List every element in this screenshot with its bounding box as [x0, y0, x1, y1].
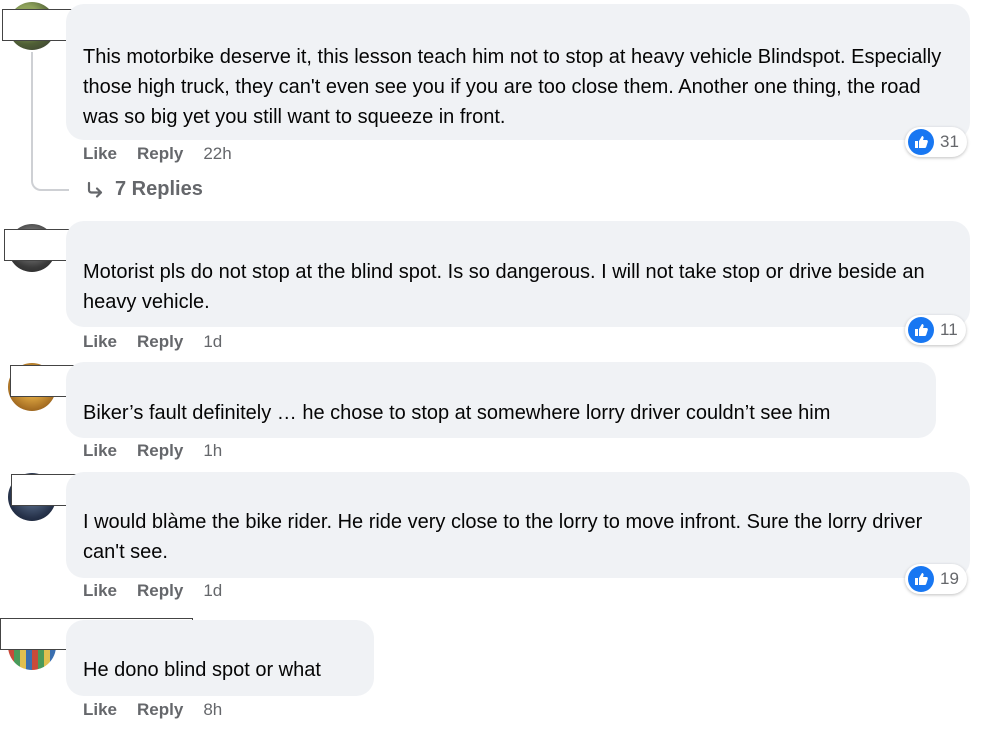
comment-timestamp[interactable]: 8h	[203, 700, 222, 719]
comment-timestamp[interactable]: 1h	[203, 441, 222, 460]
like-button[interactable]: Like	[83, 441, 117, 460]
comment-actions: Like Reply 1d	[83, 580, 222, 602]
comment-text: I would blàme the bike rider. He ride ve…	[83, 511, 923, 563]
reaction-count[interactable]: 11	[905, 315, 966, 345]
thumbs-up-icon	[908, 129, 934, 155]
comment-text: Biker’s fault definitely … he chose to s…	[83, 402, 831, 424]
comment-bubble: Motorist pls do not stop at the blind sp…	[66, 221, 970, 327]
thumbs-up-icon	[908, 566, 934, 592]
comment-bubble: Biker’s fault definitely … he chose to s…	[66, 362, 936, 438]
comment-bubble: He dono blind spot or what	[66, 620, 374, 696]
like-button[interactable]: Like	[83, 144, 117, 163]
reaction-count-text: 31	[940, 132, 959, 151]
reply-button[interactable]: Reply	[137, 581, 183, 600]
like-button[interactable]: Like	[83, 581, 117, 600]
reply-button[interactable]: Reply	[137, 332, 183, 351]
comment-actions: Like Reply 22h	[83, 143, 232, 165]
comment-timestamp[interactable]: 22h	[203, 144, 231, 163]
like-button[interactable]: Like	[83, 332, 117, 351]
reaction-count[interactable]: 19	[905, 564, 967, 594]
comment-text: Motorist pls do not stop at the blind sp…	[83, 261, 925, 313]
thumbs-up-icon	[908, 317, 934, 343]
comment-actions: Like Reply 1d	[83, 331, 222, 353]
reaction-count[interactable]: 31	[905, 127, 967, 157]
reply-button[interactable]: Reply	[137, 441, 183, 460]
like-button[interactable]: Like	[83, 700, 117, 719]
reaction-count-text: 11	[940, 320, 958, 339]
reply-button[interactable]: Reply	[137, 700, 183, 719]
comment-text: He dono blind spot or what	[83, 659, 321, 681]
comment-timestamp[interactable]: 1d	[203, 581, 222, 600]
replies-count-label: 7 Replies	[115, 178, 203, 200]
comment-timestamp[interactable]: 1d	[203, 332, 222, 351]
reply-arrow-icon	[87, 181, 103, 198]
comment-bubble: This motorbike deserve it, this lesson t…	[66, 4, 970, 140]
comment-actions: Like Reply 8h	[83, 699, 222, 721]
thread-line	[31, 52, 69, 191]
reply-button[interactable]: Reply	[137, 144, 183, 163]
comment-bubble: I would blàme the bike rider. He ride ve…	[66, 472, 970, 578]
comment-text: This motorbike deserve it, this lesson t…	[83, 46, 942, 128]
view-replies-link[interactable]: 7 Replies	[85, 178, 203, 201]
comment-actions: Like Reply 1h	[83, 440, 222, 462]
reaction-count-text: 19	[940, 569, 959, 588]
